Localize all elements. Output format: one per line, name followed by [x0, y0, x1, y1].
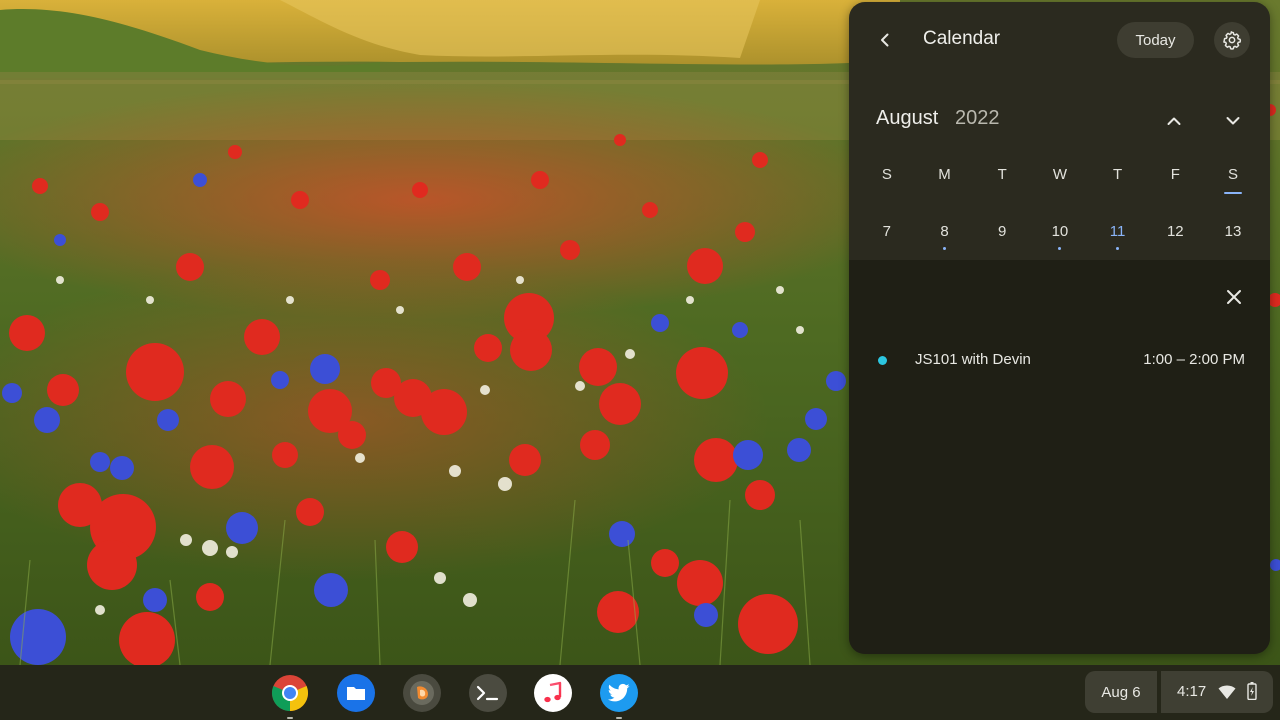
running-indicator — [616, 717, 622, 719]
next-button[interactable] — [1218, 106, 1248, 136]
running-indicator — [287, 717, 293, 719]
battery-charging-icon — [1247, 682, 1257, 700]
weekday-wednesday: W — [1052, 166, 1067, 183]
calendar-title: Calendar — [923, 28, 1001, 49]
day-12[interactable]: 12 — [1146, 212, 1204, 252]
weekday-monday: M — [938, 166, 951, 183]
day-7[interactable]: 7 — [858, 212, 916, 252]
day-label: 12 — [1166, 223, 1184, 240]
clock-time: 4:17 — [1177, 683, 1207, 700]
day-8[interactable]: 8 — [916, 212, 974, 252]
day-label: 7 — [882, 223, 892, 240]
twitter-app-button[interactable] — [600, 674, 638, 719]
month-label: August — [876, 107, 939, 129]
calendar-panel: Calendar Today August 2022 S M T W T F S… — [849, 2, 1270, 654]
app-icon — [410, 681, 434, 705]
terminal-icon — [476, 685, 499, 701]
event-indicator-dot — [943, 247, 947, 250]
back-button[interactable] — [871, 26, 899, 54]
music-icon — [544, 681, 562, 703]
event-title: JS101 with Devin — [915, 351, 1031, 368]
twitter-icon — [608, 683, 630, 702]
week-days-row: 7 8 9 10 11 12 13 — [858, 212, 1266, 252]
day-10[interactable]: 10 — [1031, 212, 1089, 252]
previous-button[interactable] — [1159, 106, 1189, 136]
status-tray-button[interactable]: 4:17 — [1161, 671, 1273, 713]
weekday-friday: F — [1170, 166, 1180, 183]
weekday-thursday: T — [1113, 166, 1123, 183]
day-9[interactable]: 9 — [973, 212, 1031, 252]
close-icon — [1227, 290, 1241, 304]
event-indicator-dot — [1058, 247, 1062, 250]
day-label: 8 — [940, 223, 949, 240]
calendar-header: Calendar Today — [849, 2, 1270, 78]
close-event-list-button[interactable] — [1221, 284, 1247, 310]
weekday-tuesday: T — [997, 166, 1007, 183]
weekday-saturday-label: S — [1227, 166, 1238, 183]
chevron-up-icon — [1167, 117, 1181, 125]
wifi-icon — [1218, 685, 1236, 699]
chevron-left-icon — [881, 33, 889, 47]
day-label: 13 — [1224, 223, 1242, 240]
chrome-icon — [271, 675, 309, 711]
files-app-button[interactable] — [337, 674, 375, 712]
music-app-button[interactable] — [534, 674, 572, 712]
terminal-app-button[interactable] — [469, 674, 507, 712]
event-time: 1:00 – 2:00 PM — [1143, 351, 1245, 368]
event-indicator-dot — [1116, 247, 1120, 250]
event-list-panel: JS101 with Devin 1:00 – 2:00 PM — [849, 260, 1270, 654]
weekday-header-row: S M T W T F S — [858, 156, 1266, 196]
chrome-app-button[interactable] — [271, 674, 309, 719]
day-11-today[interactable]: 11 — [1089, 212, 1147, 252]
selected-indicator — [1223, 192, 1242, 194]
chevron-down-icon — [1226, 117, 1240, 125]
today-button[interactable]: Today — [1117, 22, 1194, 58]
day-label: 9 — [998, 223, 1007, 240]
weekday-sunday: S — [881, 166, 892, 183]
event-item[interactable]: JS101 with Devin 1:00 – 2:00 PM — [849, 342, 1270, 378]
app-button[interactable] — [403, 674, 441, 712]
day-label: 10 — [1051, 223, 1069, 240]
settings-button[interactable] — [1214, 22, 1250, 58]
date-tray-button[interactable]: Aug 6 — [1085, 671, 1157, 713]
day-label: 11 — [1109, 223, 1126, 240]
weekday-saturday: S — [1204, 156, 1262, 196]
year-label: 2022 — [955, 107, 1000, 129]
shelf: Aug 6 4:17 — [0, 665, 1280, 720]
files-icon — [347, 687, 365, 700]
month-header: August 2022 — [849, 98, 1270, 142]
gear-icon — [1223, 31, 1242, 50]
day-13[interactable]: 13 — [1204, 212, 1262, 252]
event-color-dot — [878, 356, 887, 365]
